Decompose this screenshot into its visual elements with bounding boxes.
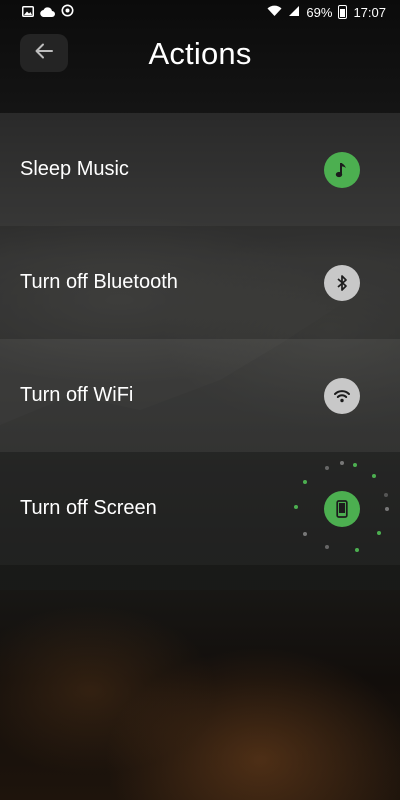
header: Actions: [0, 24, 400, 112]
clock: 17:07: [353, 4, 386, 20]
action-row-bluetooth[interactable]: Turn off Bluetooth: [0, 226, 400, 339]
cloud-icon: [40, 5, 55, 20]
bluetooth-icon[interactable]: [324, 264, 360, 301]
battery-percent: 69%: [306, 4, 333, 20]
battery-icon: [338, 5, 348, 19]
wifi-icon[interactable]: [324, 377, 360, 414]
action-label: Turn off Bluetooth: [20, 271, 178, 293]
actions-list: Sleep Music Turn off Bluetooth Turn off …: [0, 113, 400, 565]
music-note-icon[interactable]: [324, 151, 360, 188]
action-label: Sleep Music: [20, 158, 129, 180]
action-row-screen[interactable]: Turn off Screen: [0, 452, 400, 565]
action-row-wifi[interactable]: Turn off WiFi: [0, 339, 400, 452]
status-bar: 69% 17:07: [0, 0, 400, 24]
status-right: 69% 17:07: [267, 5, 386, 20]
action-label: Turn off WiFi: [20, 384, 134, 406]
action-row-sleep-music[interactable]: Sleep Music: [0, 113, 400, 226]
page-title: Actions: [148, 36, 252, 71]
sync-icon: [61, 4, 74, 20]
status-left: [22, 4, 74, 20]
image-icon: [22, 5, 34, 20]
signal-icon: [288, 5, 300, 20]
action-label: Turn off Screen: [20, 497, 157, 519]
wifi-icon: [267, 5, 282, 20]
phone-icon[interactable]: [294, 460, 389, 552]
